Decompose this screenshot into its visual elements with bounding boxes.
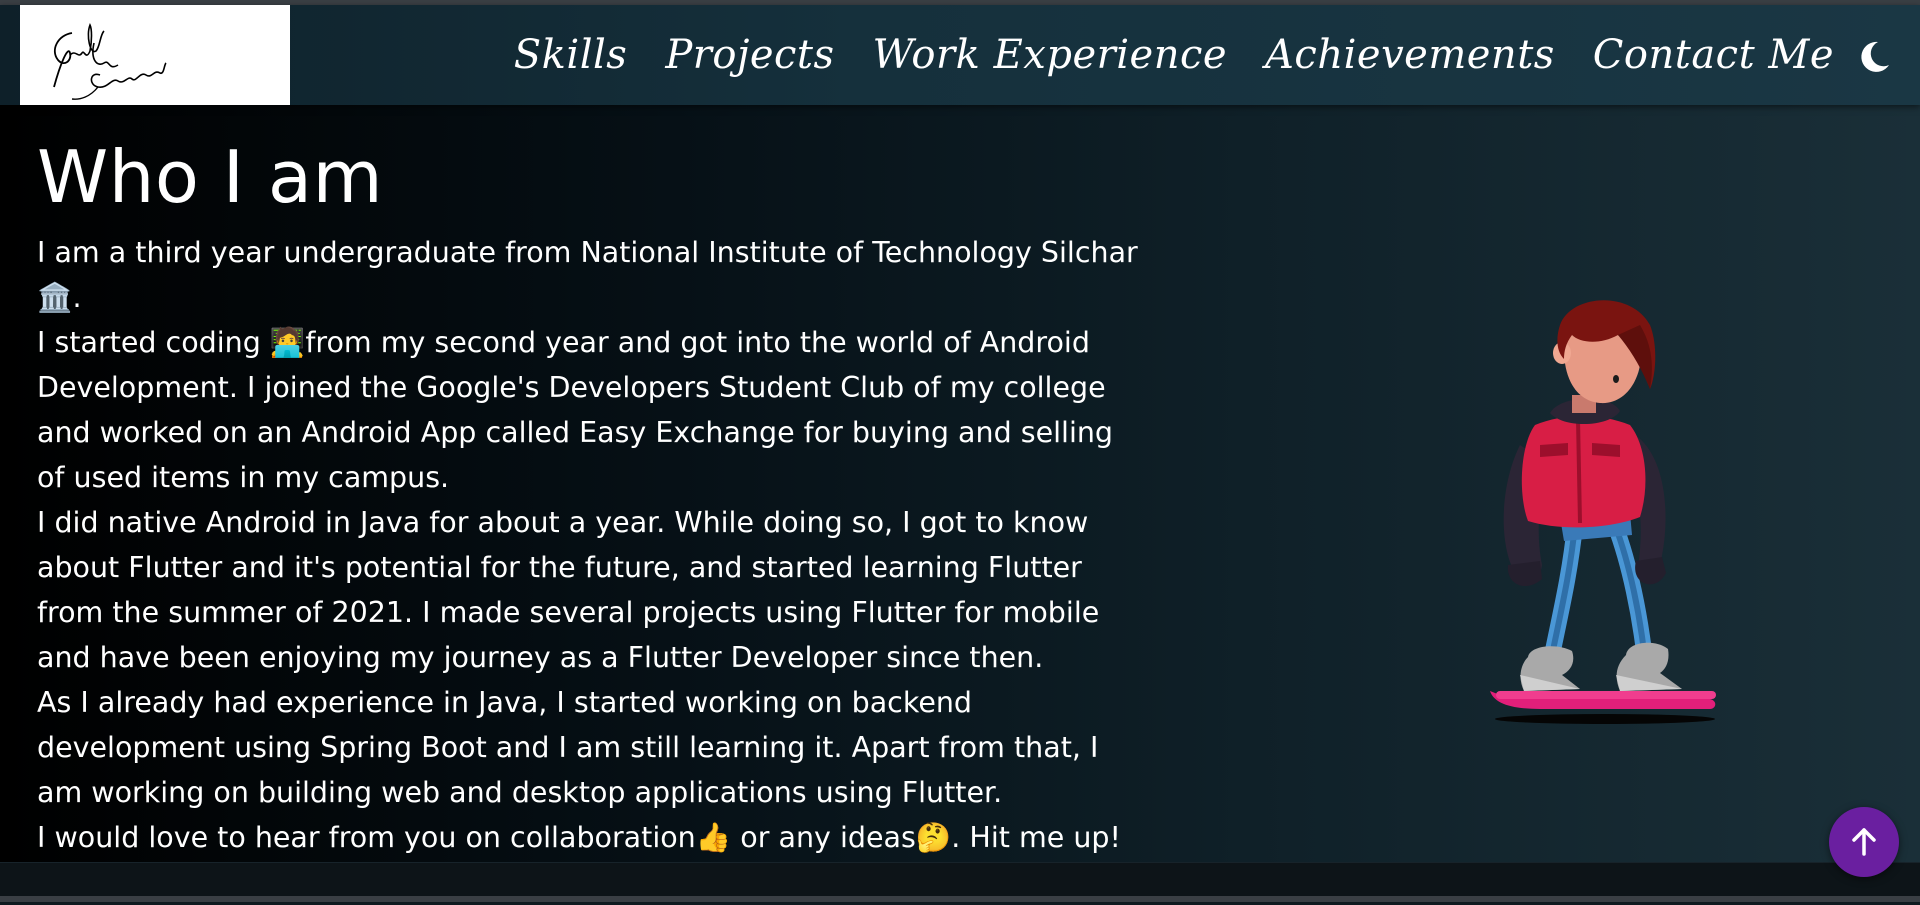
theme-toggle-button[interactable] [1854, 37, 1894, 77]
bio-paragraph: As I already had experience in Java, I s… [37, 686, 1099, 809]
bio-paragraph: I am a third year undergraduate from Nat… [37, 236, 1138, 314]
arrow-up-icon [1852, 828, 1876, 856]
nav-links: Skills Projects Work Experience Achievem… [514, 5, 1834, 105]
signature-logo-image [53, 23, 167, 100]
nav-link-work-experience[interactable]: Work Experience [873, 32, 1228, 78]
scroll-to-top-button[interactable] [1829, 807, 1899, 877]
window-bottom-border [0, 896, 1920, 902]
bio-paragraph: I did native Android in Java for about a… [37, 506, 1100, 674]
section-title: Who I am [37, 135, 384, 219]
nav-link-achievements[interactable]: Achievements [1265, 32, 1555, 78]
bio-paragraph: I started coding 🧑‍💻from my second year … [37, 326, 1114, 494]
nav-link-projects[interactable]: Projects [665, 32, 834, 78]
moon-icon [1861, 41, 1889, 72]
nav-link-skills[interactable]: Skills [514, 32, 628, 78]
next-section-edge [0, 863, 1920, 896]
hoverboard-character-illustration [1480, 295, 1730, 725]
navbar: Skills Projects Work Experience Achievem… [0, 5, 1920, 105]
signature-logo[interactable] [20, 5, 290, 105]
about-bio: I am a third year undergraduate from Nat… [37, 230, 1147, 905]
about-section: Who I am I am a third year undergraduate… [0, 105, 1920, 899]
nav-link-contact-me[interactable]: Contact Me [1593, 32, 1834, 78]
